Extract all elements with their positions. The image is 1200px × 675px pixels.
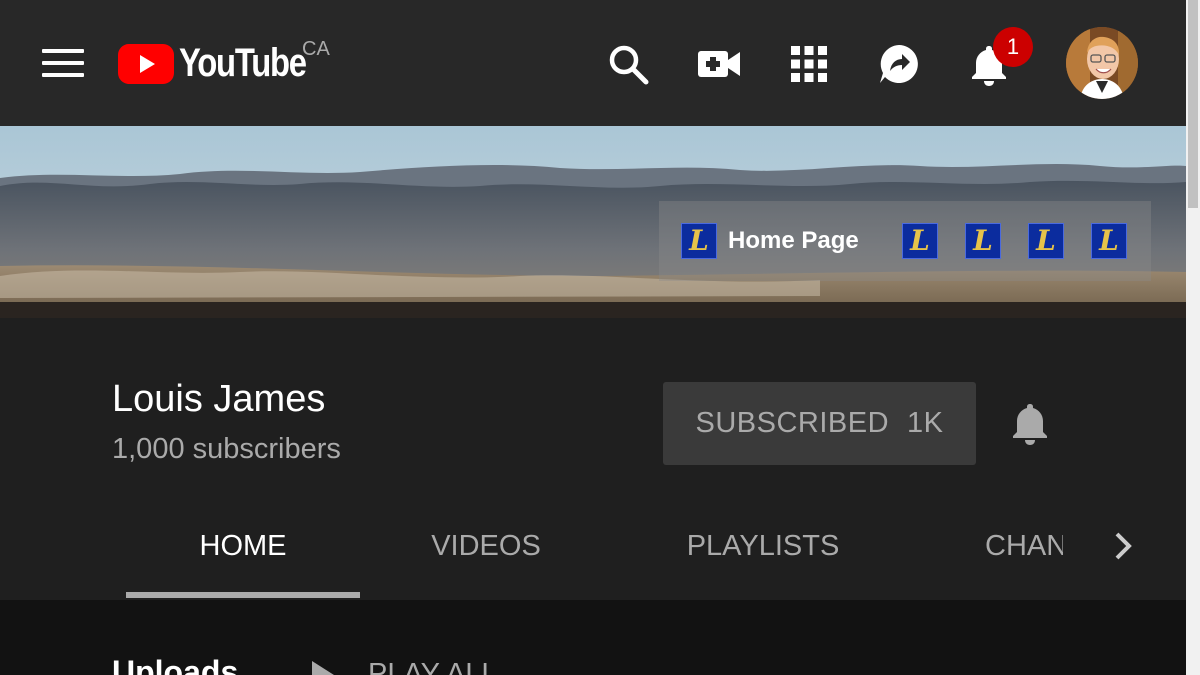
channel-content: Uploads PLAY ALL	[0, 600, 1186, 675]
link-favicon-icon: L	[1091, 223, 1127, 259]
country-code: CA	[302, 38, 330, 60]
youtube-play-logo-icon	[118, 44, 174, 84]
channel-name: Louis James	[112, 378, 326, 420]
notification-count-badge: 1	[993, 27, 1033, 67]
share-icon[interactable]	[877, 42, 921, 86]
tab-videos[interactable]: VIDEOS	[392, 508, 580, 600]
channel-notifications-bell-icon[interactable]	[1008, 402, 1052, 446]
play-icon	[312, 660, 334, 675]
menu-icon[interactable]	[42, 47, 84, 79]
banner-link[interactable]: L	[1091, 223, 1127, 259]
create-video-icon[interactable]	[697, 42, 741, 86]
uploads-section-title: Uploads	[112, 654, 239, 675]
chevron-right-icon[interactable]	[1105, 528, 1141, 564]
play-all-label: PLAY ALL	[368, 658, 498, 675]
tab-channels[interactable]: CHANNELS	[985, 508, 1063, 600]
active-tab-indicator	[126, 592, 360, 598]
subscriber-count: 1,000 subscribers	[112, 433, 341, 465]
channel-tabs: HOME VIDEOS PLAYLISTS CHANNELS	[0, 508, 1186, 600]
subscribed-label: SUBSCRIBED	[695, 407, 890, 439]
apps-icon[interactable]	[787, 42, 831, 86]
avatar[interactable]	[1066, 27, 1138, 99]
banner-link[interactable]: L	[965, 223, 1001, 259]
banner-link-home-page[interactable]: L Home Page	[681, 223, 859, 259]
banner-link-label: Home Page	[728, 227, 859, 254]
link-favicon-icon: L	[1028, 223, 1064, 259]
logo-text: YouTube	[179, 41, 307, 85]
scrollbar[interactable]	[1186, 0, 1200, 675]
link-favicon-icon: L	[902, 223, 938, 259]
link-favicon-icon: L	[965, 223, 1001, 259]
subscribed-button[interactable]: SUBSCRIBED 1K	[663, 382, 976, 465]
banner-links-overlay: L Home Page L L L L	[659, 201, 1151, 281]
channel-header: Louis James 1,000 subscribers SUBSCRIBED…	[0, 318, 1186, 600]
subscribed-count: 1K	[907, 407, 944, 439]
top-bar: YouTube CA 1	[0, 0, 1186, 126]
search-icon[interactable]	[606, 42, 650, 86]
channel-banner: L Home Page L L L L	[0, 126, 1186, 318]
banner-link[interactable]: L	[902, 223, 938, 259]
scrollbar-thumb[interactable]	[1188, 0, 1198, 208]
tab-playlists[interactable]: PLAYLISTS	[660, 508, 866, 600]
banner-link[interactable]: L	[1028, 223, 1064, 259]
tab-home[interactable]: HOME	[126, 508, 360, 600]
play-all-button[interactable]: PLAY ALL	[312, 658, 498, 675]
link-favicon-icon: L	[681, 223, 717, 259]
